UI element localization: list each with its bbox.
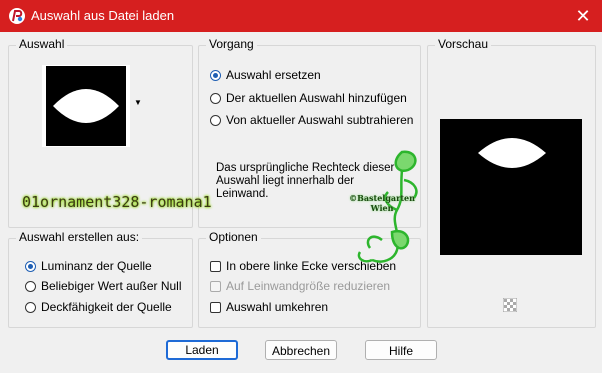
group-vorschau: Vorschau bbox=[427, 37, 596, 328]
checkbox-invert-selection[interactable]: Auswahl umkehren bbox=[210, 300, 328, 314]
transparency-grid-icon[interactable] bbox=[503, 298, 517, 312]
radio-subtract-selection[interactable]: Von aktueller Auswahl subtrahieren bbox=[210, 113, 413, 127]
stamp-line-1: ©Bastelgarten bbox=[349, 193, 415, 203]
radio-indicator bbox=[25, 280, 36, 292]
radio-indicator bbox=[25, 301, 36, 313]
load-button[interactable]: Laden bbox=[166, 340, 238, 360]
selection-thumbnail[interactable] bbox=[42, 65, 130, 147]
radio-replace-selection[interactable]: Auswahl ersetzen bbox=[210, 68, 321, 82]
stamp-line-2: Wien bbox=[370, 203, 394, 213]
radio-label: Auswahl ersetzen bbox=[226, 68, 321, 82]
group-vorgang-legend: Vorgang bbox=[206, 37, 257, 51]
radio-indicator bbox=[210, 114, 221, 126]
preview-image bbox=[440, 119, 582, 255]
watermark-text: 01ornament328-romana1 bbox=[22, 193, 212, 211]
radio-luminance[interactable]: Luminanz der Quelle bbox=[25, 259, 152, 273]
radio-indicator bbox=[210, 92, 221, 104]
window-title: Auswahl aus Datei laden bbox=[31, 8, 175, 23]
checkbox-label: Auf Leinwandgröße reduzieren bbox=[226, 279, 391, 293]
selection-thumbnail-image bbox=[46, 66, 126, 146]
radio-label: Beliebiger Wert außer Null bbox=[41, 279, 182, 293]
radio-indicator bbox=[25, 260, 36, 272]
title-bar: Auswahl aus Datei laden ✕ bbox=[0, 0, 602, 32]
radio-add-selection[interactable]: Der aktuellen Auswahl hinzufügen bbox=[210, 91, 407, 105]
cancel-button[interactable]: Abbrechen bbox=[265, 340, 337, 360]
copyright-stamp: ©Bastelgarten Wien bbox=[349, 193, 415, 213]
radio-indicator bbox=[210, 69, 221, 81]
radio-nonzero-value[interactable]: Beliebiger Wert außer Null bbox=[25, 279, 182, 293]
radio-label: Deckfähigkeit der Quelle bbox=[41, 300, 172, 314]
radio-label: Von aktueller Auswahl subtrahieren bbox=[226, 113, 414, 127]
group-auswahl-legend: Auswahl bbox=[16, 37, 68, 51]
checkbox-box bbox=[210, 260, 221, 272]
app-icon bbox=[9, 8, 25, 24]
close-icon[interactable]: ✕ bbox=[572, 5, 594, 27]
chevron-down-icon[interactable]: ▼ bbox=[134, 98, 142, 107]
group-optionen-legend: Optionen bbox=[206, 230, 261, 244]
group-vorschau-legend: Vorschau bbox=[435, 37, 492, 51]
help-button[interactable]: Hilfe bbox=[365, 340, 437, 360]
radio-label: Luminanz der Quelle bbox=[41, 259, 152, 273]
checkbox-box bbox=[210, 280, 221, 292]
radio-label: Der aktuellen Auswahl hinzufügen bbox=[226, 91, 407, 105]
group-create-from-legend: Auswahl erstellen aus: bbox=[16, 230, 143, 244]
checkbox-label: Auswahl umkehren bbox=[226, 300, 329, 314]
checkbox-crop-to-canvas: Auf Leinwandgröße reduzieren bbox=[210, 279, 390, 293]
radio-opacity[interactable]: Deckfähigkeit der Quelle bbox=[25, 300, 172, 314]
checkbox-box bbox=[210, 301, 221, 313]
